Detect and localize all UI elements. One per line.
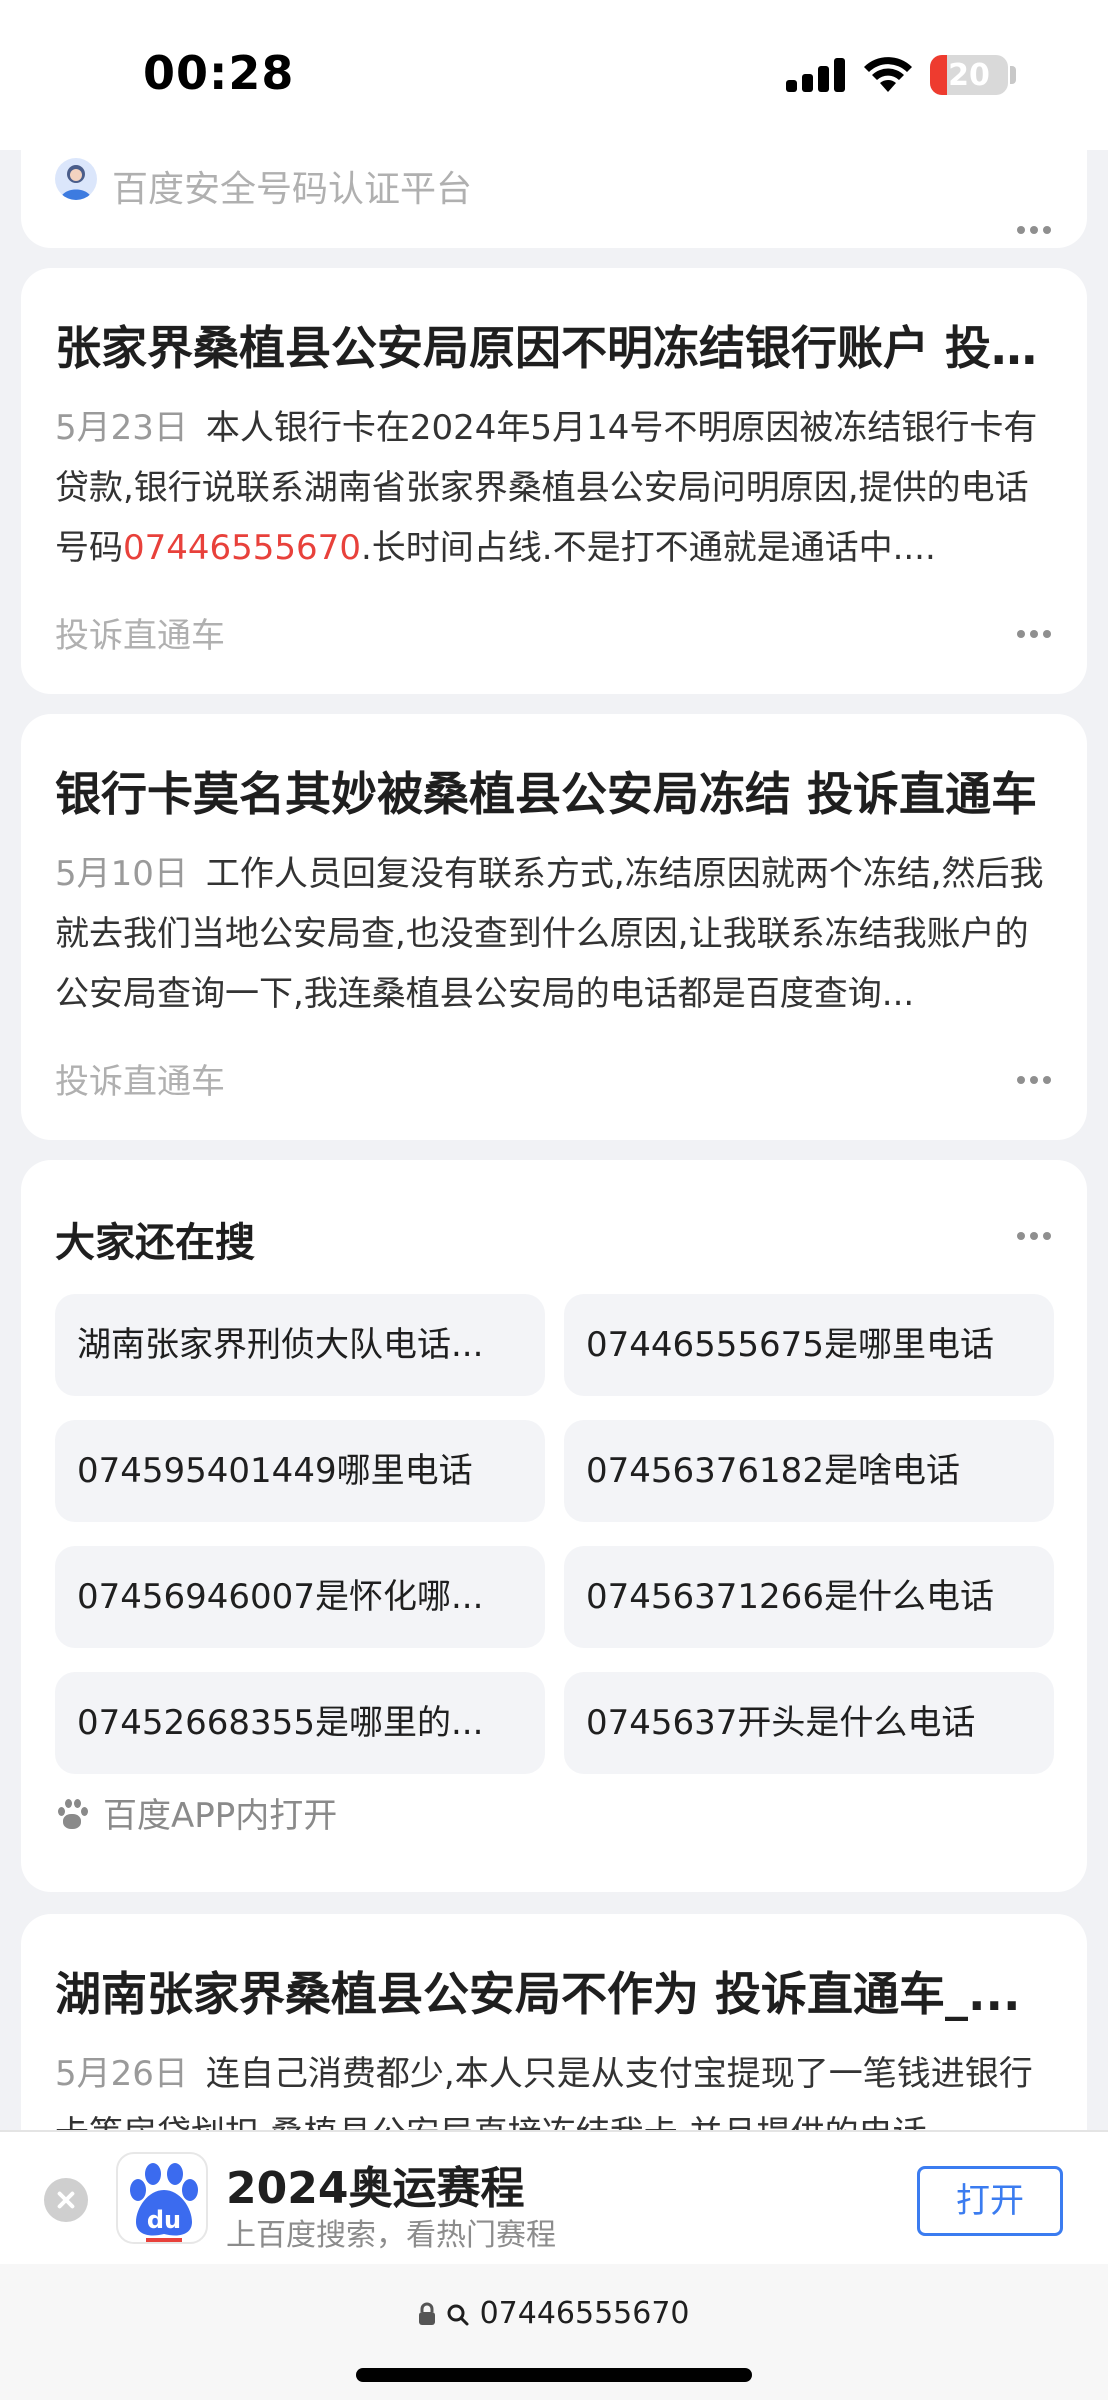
snippet-text-tail: .长时间占线.不是打不通就是通话中.... — [360, 528, 936, 568]
result-date: 5月10日 — [55, 854, 188, 894]
browser-url-bar[interactable]: 07446555670 — [0, 2264, 1108, 2400]
avatar-icon — [55, 158, 97, 200]
result-title[interactable]: 张家界桑植县公安局原因不明冻结银行账户 投诉直通车 — [55, 318, 1053, 378]
banner-subtitle: 上百度搜索，看热门赛程 — [226, 2218, 556, 2253]
open-in-app-link[interactable]: 百度APP内打开 — [55, 1788, 337, 1837]
result-snippet: 5月23日 本人银行卡在2024年5月14号不明原因被冻结银行卡有贷款,银行说联系… — [55, 398, 1053, 578]
related-search-chip[interactable]: 074595401449哪里电话 — [55, 1420, 545, 1522]
lock-icon — [419, 2302, 436, 2325]
result-date: 5月23日 — [55, 408, 188, 448]
result-source: 投诉直通车 — [55, 616, 225, 656]
url-display[interactable]: 07446555670 — [0, 2296, 1108, 2331]
search-icon — [447, 2304, 469, 2326]
baidu-app-logo-icon: du — [116, 2152, 208, 2244]
battery-icon: 20 — [930, 55, 1008, 95]
baidu-paw-icon — [55, 1797, 89, 1831]
result-card[interactable]: 银行卡莫名其妙被桑植县公安局冻结 投诉直通车 5月10日 工作人员回复没有联系方式… — [21, 714, 1087, 1140]
more-options-icon[interactable] — [1017, 1232, 1051, 1242]
related-search-chip[interactable]: 0745637开头是什么电话 — [564, 1672, 1054, 1774]
result-title[interactable]: 银行卡莫名其妙被桑植县公安局冻结 投诉直通车 — [55, 764, 1053, 824]
battery-level: 20 — [948, 58, 990, 93]
result-date: 5月26日 — [55, 2054, 188, 2094]
result-source: 投诉直通车 — [55, 1062, 225, 1102]
svg-text:du: du — [147, 2206, 181, 2234]
close-icon[interactable] — [44, 2178, 88, 2222]
cellular-signal-icon — [786, 58, 846, 92]
wifi-icon — [864, 57, 912, 92]
result-card[interactable]: 张家界桑植县公安局原因不明冻结银行账户 投诉直通车 5月23日本人银行卡在202… — [21, 268, 1087, 694]
snippet-text: 工作人员回复没有联系方式,冻结原因就两个冻结,然后我就去我们当地公安局查,也没查… — [55, 854, 1044, 1014]
home-indicator[interactable] — [356, 2368, 752, 2382]
result-snippet: 5月10日 工作人员回复没有联系方式,冻结原因就两个冻结,然后我就去我们当地公安局… — [55, 844, 1053, 1024]
more-options-icon[interactable] — [1017, 1076, 1051, 1086]
related-search-title: 大家还在搜 — [55, 1220, 255, 1266]
related-search-chip[interactable]: 07452668355是哪里的... — [55, 1672, 545, 1774]
status-time: 00:28 — [143, 46, 295, 100]
status-bar: 00:28 20 — [0, 0, 1108, 150]
url-query: 07446555670 — [479, 2296, 690, 2331]
related-search-chip[interactable]: 07446555675是哪里电话 — [564, 1294, 1054, 1396]
phone-number-highlight: 07446555670 — [123, 528, 361, 568]
more-options-icon[interactable] — [1017, 630, 1051, 640]
result-title[interactable]: 湖南张家界桑植县公安局不作为 投诉直通车_... — [55, 1964, 1053, 2024]
related-search-chip[interactable]: 湖南张家界刑侦大队电话... — [55, 1294, 545, 1396]
related-search-chip[interactable]: 07456946007是怀化哪... — [55, 1546, 545, 1648]
open-app-button[interactable]: 打开 — [917, 2166, 1063, 2236]
open-in-app-label: 百度APP内打开 — [103, 1796, 338, 1836]
battery-tip — [1010, 66, 1016, 84]
related-search-chip[interactable]: 07456376182是啥电话 — [564, 1420, 1054, 1522]
more-options-icon[interactable] — [1017, 226, 1051, 236]
app-download-banner[interactable]: du 2024奥运赛程 上百度搜索，看热门赛程 打开 — [0, 2130, 1108, 2264]
source-label: 百度安全号码认证平台 — [112, 169, 473, 210]
banner-title: 2024奥运赛程 — [226, 2163, 525, 2214]
related-search-card: 大家还在搜 湖南张家界刑侦大队电话... 07446555675是哪里电话 07… — [21, 1160, 1087, 1892]
related-search-chip[interactable]: 07456371266是什么电话 — [564, 1546, 1054, 1648]
